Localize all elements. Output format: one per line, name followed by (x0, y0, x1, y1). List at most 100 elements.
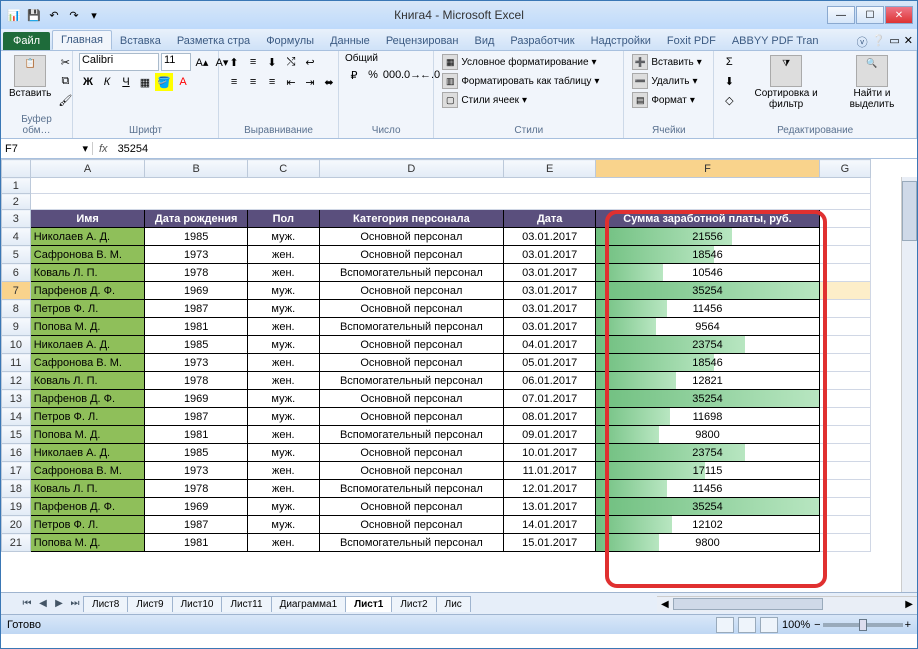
cell-sex[interactable]: жен. (247, 372, 319, 390)
file-tab[interactable]: Файл (3, 32, 50, 50)
formula-input[interactable]: 35254 (114, 143, 917, 155)
cell-name[interactable]: Попова М. Д. (30, 426, 145, 444)
cell-dob[interactable]: 1981 (145, 318, 247, 336)
tab-developer[interactable]: Разработчик (502, 32, 582, 50)
cell-date[interactable]: 03.01.2017 (504, 282, 596, 300)
font-size-select[interactable]: 11 (161, 53, 191, 71)
fx-icon[interactable]: fx (93, 143, 114, 155)
cell-category[interactable]: Вспомогательный персонал (319, 534, 503, 552)
table-header[interactable]: Дата рождения (145, 210, 247, 228)
copy-icon[interactable]: ⧉ (56, 72, 74, 90)
tab-addins[interactable]: Надстройки (583, 32, 659, 50)
cell-sum[interactable]: 11698 (596, 408, 819, 426)
cell-sex[interactable]: жен. (247, 264, 319, 282)
cell-sum[interactable]: 9800 (596, 426, 819, 444)
row-header[interactable]: 12 (2, 372, 31, 390)
cell-dob[interactable]: 1985 (145, 444, 247, 462)
fill-color-icon[interactable]: 🪣 (155, 73, 173, 91)
cell-category[interactable]: Вспомогательный персонал (319, 426, 503, 444)
cell-sex[interactable]: муж. (247, 228, 319, 246)
sheet-tab[interactable]: Лист10 (172, 596, 223, 612)
cell-category[interactable]: Основной персонал (319, 516, 503, 534)
sheet-tab[interactable]: Лист1 (345, 596, 392, 612)
cell-category[interactable]: Основной персонал (319, 498, 503, 516)
cell-sex[interactable]: муж. (247, 498, 319, 516)
minimize-button[interactable]: — (827, 6, 855, 24)
italic-icon[interactable]: К (98, 73, 116, 91)
sheet-nav-next-icon[interactable]: ▶ (51, 596, 67, 612)
cell-name[interactable]: Николаев А. Д. (30, 228, 145, 246)
row-header[interactable]: 14 (2, 408, 31, 426)
cell-dob[interactable]: 1969 (145, 390, 247, 408)
cell-sex[interactable]: жен. (247, 354, 319, 372)
col-header-a[interactable]: A (30, 160, 145, 178)
cell-name[interactable]: Сафронова В. М. (30, 246, 145, 264)
doc-close-icon[interactable]: ✕ (904, 34, 913, 50)
row-header[interactable]: 7 (2, 282, 31, 300)
cell-category[interactable]: Основной персонал (319, 408, 503, 426)
format-cells-button[interactable]: ▤Формат ▾ (630, 91, 697, 109)
comma-icon[interactable]: 000 (383, 66, 401, 84)
cell-sum[interactable]: 11456 (596, 480, 819, 498)
cell-sum[interactable]: 9800 (596, 534, 819, 552)
fill-icon[interactable]: ⬇ (720, 72, 738, 90)
cell-category[interactable]: Основной персонал (319, 246, 503, 264)
wrap-text-icon[interactable]: ↩ (301, 53, 319, 71)
cell-date[interactable]: 10.01.2017 (504, 444, 596, 462)
align-bottom-icon[interactable]: ⬇ (263, 53, 281, 71)
align-top-icon[interactable]: ⬆ (225, 53, 243, 71)
paste-button[interactable]: 📋Вставить (7, 53, 53, 101)
cell-sum[interactable]: 35254 (596, 282, 819, 300)
percent-icon[interactable]: % (364, 66, 382, 84)
namebox-dropdown-icon[interactable]: ▾ (82, 142, 88, 155)
align-right-icon[interactable]: ≡ (263, 73, 281, 91)
autosum-icon[interactable]: Σ (720, 53, 738, 71)
cell-sex[interactable]: муж. (247, 300, 319, 318)
tab-abbyy[interactable]: ABBYY PDF Tran (724, 32, 827, 50)
row-header[interactable]: 20 (2, 516, 31, 534)
view-normal-icon[interactable] (716, 617, 734, 633)
cell-sum[interactable]: 9564 (596, 318, 819, 336)
font-color-icon[interactable]: A (174, 73, 192, 91)
cell-name[interactable]: Петров Ф. Л. (30, 516, 145, 534)
table-header[interactable]: Дата (504, 210, 596, 228)
insert-cells-button[interactable]: ➕Вставить ▾ (630, 53, 703, 71)
orientation-icon[interactable]: ⤭ (282, 53, 300, 71)
cut-icon[interactable]: ✂ (56, 53, 74, 71)
row-header[interactable]: 18 (2, 480, 31, 498)
row-header[interactable]: 16 (2, 444, 31, 462)
cell-dob[interactable]: 1969 (145, 282, 247, 300)
format-painter-icon[interactable]: 🖌 (56, 91, 74, 109)
cell-category[interactable]: Основной персонал (319, 336, 503, 354)
cell-dob[interactable]: 1978 (145, 480, 247, 498)
sheet-tab[interactable]: Лист2 (391, 596, 436, 612)
find-select-button[interactable]: 🔍Найти и выделить (834, 53, 910, 112)
cell-dob[interactable]: 1981 (145, 426, 247, 444)
row-header[interactable]: 3 (2, 210, 31, 228)
cell-dob[interactable]: 1985 (145, 336, 247, 354)
cell-name[interactable]: Сафронова В. М. (30, 354, 145, 372)
cell-name[interactable]: Парфенов Д. Ф. (30, 282, 145, 300)
border-icon[interactable]: ▦ (136, 73, 154, 91)
table-header[interactable]: Пол (247, 210, 319, 228)
cell-date[interactable]: 03.01.2017 (504, 300, 596, 318)
help-icon[interactable]: ❔ (872, 34, 886, 50)
row-header[interactable]: 10 (2, 336, 31, 354)
col-header-e[interactable]: E (504, 160, 596, 178)
font-name-select[interactable]: Calibri (79, 53, 159, 71)
cell-sex[interactable]: жен. (247, 246, 319, 264)
cell-date[interactable]: 12.01.2017 (504, 480, 596, 498)
doc-restore-icon[interactable]: ▭ (889, 34, 899, 50)
cell-category[interactable]: Вспомогательный персонал (319, 318, 503, 336)
cell-sex[interactable]: муж. (247, 516, 319, 534)
cell-sum[interactable]: 23754 (596, 336, 819, 354)
cell-category[interactable]: Основной персонал (319, 462, 503, 480)
cell-dob[interactable]: 1973 (145, 462, 247, 480)
align-middle-icon[interactable]: ≡ (244, 53, 262, 71)
cell-date[interactable]: 15.01.2017 (504, 534, 596, 552)
close-button[interactable]: ✕ (885, 6, 913, 24)
tab-data[interactable]: Данные (322, 32, 378, 50)
cell-name[interactable]: Коваль Л. П. (30, 372, 145, 390)
underline-icon[interactable]: Ч (117, 73, 135, 91)
tab-home[interactable]: Главная (52, 30, 112, 50)
